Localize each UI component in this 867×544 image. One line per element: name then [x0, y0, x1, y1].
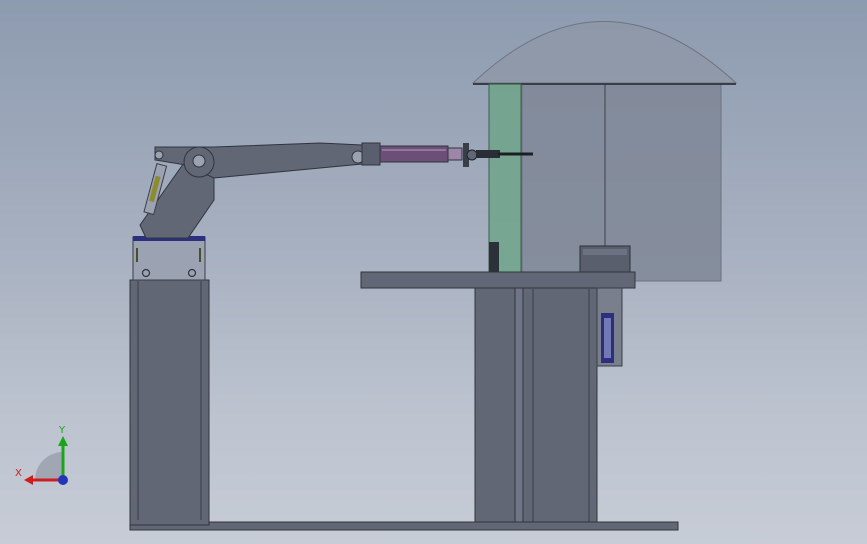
- triad-z-axis-dot: [58, 475, 68, 485]
- tank-dome[interactable]: [471, 21, 738, 84]
- assembly-model[interactable]: [0, 0, 867, 544]
- robot-pedestal[interactable]: [129, 236, 210, 526]
- robot-base-plate[interactable]: [132, 236, 206, 281]
- table-leg-right[interactable]: [522, 287, 598, 526]
- table-leg-left[interactable]: [474, 287, 516, 526]
- elbow-pin-left[interactable]: [154, 150, 164, 160]
- triad-y-label: Y: [59, 425, 66, 436]
- triad-plane-quadrant: [35, 452, 63, 480]
- work-table[interactable]: [360, 271, 636, 526]
- table-leg-thin[interactable]: [514, 287, 524, 526]
- shoulder-joint[interactable]: [192, 154, 206, 168]
- reference-triad[interactable]: [14, 426, 84, 496]
- triad-x-label: X: [15, 468, 22, 479]
- triad-y-arrow-icon: [58, 436, 68, 446]
- end-effector-shaft[interactable]: [476, 150, 500, 158]
- elbow-housing[interactable]: [361, 142, 381, 166]
- cad-3d-viewport[interactable]: Y X: [0, 0, 867, 544]
- hopper-inner: [583, 249, 627, 255]
- triad-x-arrow-icon: [24, 475, 33, 485]
- robot-arm[interactable]: [139, 142, 533, 239]
- base-rail[interactable]: [129, 521, 679, 531]
- arm-cylinder-rod[interactable]: [447, 147, 463, 161]
- side-bracket-light: [604, 318, 611, 358]
- table-top[interactable]: [360, 271, 636, 289]
- tank-assembly[interactable]: [471, 21, 738, 282]
- panel-post[interactable]: [489, 242, 499, 272]
- arm-cylinder-barrel[interactable]: [379, 145, 449, 163]
- pedestal-column[interactable]: [129, 279, 210, 526]
- end-effector-hub[interactable]: [466, 149, 478, 161]
